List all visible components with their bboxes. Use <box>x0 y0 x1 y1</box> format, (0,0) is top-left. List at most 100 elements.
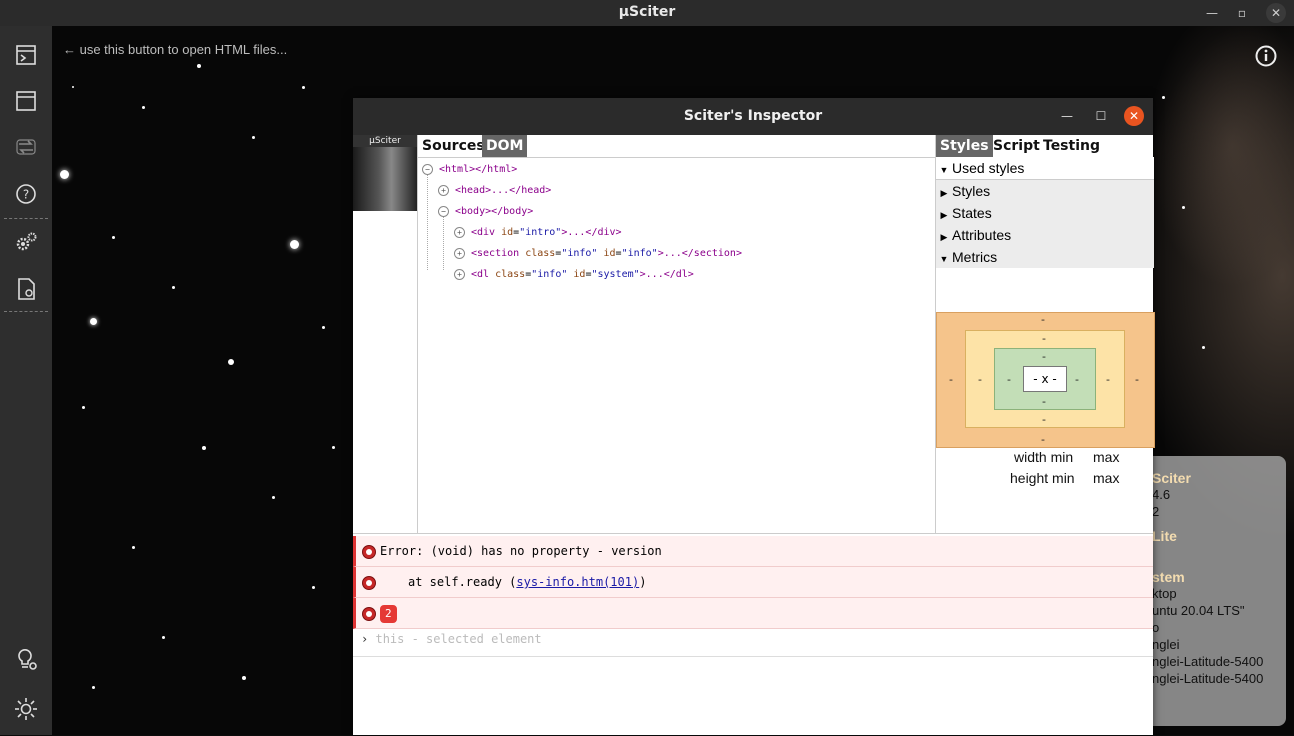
tab-dom[interactable]: DOM <box>482 135 528 157</box>
dom-node-head[interactable]: + <head>...</head> <box>438 183 551 199</box>
sysinfo-value: 4.6 <box>1152 487 1171 502</box>
sysinfo-heading: Lite <box>1152 528 1177 544</box>
node-attr: class <box>525 248 556 259</box>
window-thumbnail-column: μSciter <box>353 135 418 533</box>
expand-icon[interactable]: + <box>438 184 449 196</box>
console-placeholder: this - selected element <box>375 632 542 646</box>
console-input[interactable]: › this - selected element <box>361 632 542 646</box>
window-thumbnail[interactable] <box>353 147 417 211</box>
star <box>112 236 115 239</box>
sidebar-separator <box>4 311 48 312</box>
settings-icon[interactable] <box>13 229 39 255</box>
reload-icon[interactable] <box>13 134 39 160</box>
dom-node-body[interactable]: − <body></body> <box>438 204 533 220</box>
section-states[interactable]: ▶ States <box>936 202 1154 224</box>
node-tag: <section <box>471 248 526 259</box>
section-label: Styles <box>952 183 991 199</box>
inspector-title: Sciter's Inspector <box>683 108 823 124</box>
tree-guide <box>427 174 428 270</box>
node-attr: id <box>603 248 616 259</box>
tab-styles[interactable]: Styles <box>936 135 993 157</box>
star <box>290 240 299 249</box>
expand-icon[interactable]: + <box>454 268 465 280</box>
console-error-row[interactable]: Error: (void) has no property - version <box>353 536 1153 567</box>
expand-icon[interactable]: + <box>454 247 465 259</box>
star <box>332 446 335 449</box>
section-label: Used styles <box>952 160 1025 176</box>
inspector-window: Sciter's Inspector — ☐ ✕ μSciter Sources… <box>353 98 1155 736</box>
open-file-icon[interactable] <box>13 42 39 68</box>
inspector-title-bar: Sciter's Inspector <box>353 98 1153 135</box>
stack-suffix: ) <box>639 575 647 589</box>
node-value: "intro" <box>519 227 562 238</box>
dom-node-dl-system[interactable]: + <dl class="info" id="system">...</dl> <box>454 267 694 283</box>
star <box>252 136 255 139</box>
source-link[interactable]: sys-info.htm(101) <box>516 575 639 589</box>
content-box: - x - <box>1023 366 1067 392</box>
tab-sources[interactable]: Sources <box>418 135 489 157</box>
border-right-value: - <box>1106 373 1110 386</box>
node-tag: <dl <box>471 269 496 280</box>
star <box>242 676 246 680</box>
padding-top-value: - <box>1042 350 1046 363</box>
tab-script[interactable]: Script <box>989 135 1044 157</box>
section-metrics[interactable]: ▼ Metrics <box>936 246 1154 268</box>
border-left-value: - <box>978 373 982 386</box>
styles-pane: Styles Script Testing ▼ Used styles ▶ Styl… <box>935 135 1155 533</box>
node-tag: >...</div> <box>561 227 622 238</box>
node-tag: >...</dl> <box>639 269 694 280</box>
console-pane: Error: (void) has no property - version … <box>353 533 1153 736</box>
window-title: μSciter <box>618 4 676 20</box>
star <box>72 86 74 88</box>
info-icon[interactable] <box>1255 45 1277 67</box>
node-text: <html></html> <box>439 164 518 175</box>
thumbnail-label: μSciter <box>353 135 417 147</box>
node-attr: class <box>495 269 526 280</box>
star <box>172 286 175 289</box>
lightbulb-settings-icon[interactable] <box>13 646 39 672</box>
section-attributes[interactable]: ▶ Attributes <box>936 224 1154 246</box>
height-min-label: height min <box>1010 470 1075 486</box>
close-button[interactable]: ✕ <box>1266 3 1286 23</box>
star <box>197 64 201 68</box>
section-styles[interactable]: ▶ Styles <box>936 180 1154 202</box>
star <box>202 446 206 450</box>
node-value: "info" <box>531 269 568 280</box>
dom-node-section-info[interactable]: + <section class="info" id="info">...</se… <box>454 246 742 262</box>
tree-guide <box>443 216 444 270</box>
star <box>1182 206 1185 209</box>
collapse-icon[interactable]: − <box>422 163 433 175</box>
node-text: <body></body> <box>455 206 534 217</box>
dom-node-div-intro[interactable]: + <div id="intro">...</div> <box>454 225 622 241</box>
title-bar: μSciter — ▫ ✕ <box>0 0 1294 26</box>
box-model-diagram: - - - - - - - - - - - - - x - <box>936 312 1155 448</box>
star <box>302 86 305 89</box>
console-count-row[interactable]: 2 <box>353 598 1153 629</box>
inspector-minimize-button[interactable]: — <box>1057 106 1077 126</box>
sysinfo-value: nglei-Latitude-5400 <box>1152 671 1264 686</box>
chevron-right-icon: ▶ <box>940 210 948 220</box>
expand-icon[interactable]: + <box>454 226 465 238</box>
width-min-label: width min <box>1014 449 1074 465</box>
maximize-button[interactable]: ▫ <box>1232 3 1252 23</box>
window-icon[interactable] <box>13 88 39 114</box>
minimize-button[interactable]: — <box>1202 3 1222 23</box>
chevron-right-icon: ▶ <box>940 188 948 198</box>
console-divider <box>353 656 1153 657</box>
error-icon <box>362 606 376 621</box>
height-max-label: max <box>1093 470 1120 486</box>
collapse-icon[interactable]: − <box>438 205 449 217</box>
tab-testing[interactable]: Testing <box>1039 135 1104 157</box>
star <box>142 106 145 109</box>
dom-node-html[interactable]: − <html></html> <box>422 162 517 178</box>
theme-sun-icon[interactable] <box>13 696 39 722</box>
inspector-close-button[interactable]: ✕ <box>1124 106 1144 126</box>
section-label: States <box>952 205 992 221</box>
document-refresh-icon[interactable] <box>13 276 39 302</box>
section-used-styles[interactable]: ▼ Used styles <box>936 157 1154 180</box>
prompt-chevron-icon: › <box>361 632 369 646</box>
help-icon[interactable]: ? <box>13 181 39 207</box>
inspector-maximize-button[interactable]: ☐ <box>1091 106 1111 126</box>
console-stack-row[interactable]: at self.ready (sys-info.htm(101)) <box>353 567 1153 598</box>
sidebar: ? <box>0 26 52 735</box>
